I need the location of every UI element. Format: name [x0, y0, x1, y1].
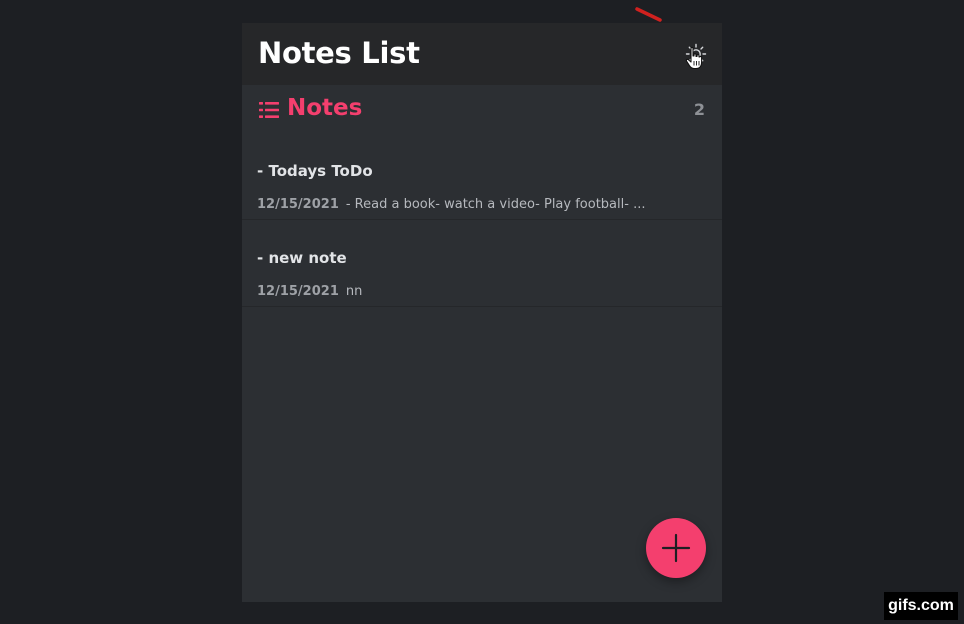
notes-list: - Todays ToDo 12/15/2021 - Read a book- w…: [242, 133, 722, 307]
list-item[interactable]: - Todays ToDo 12/15/2021 - Read a book- w…: [242, 133, 722, 220]
note-preview: nn: [345, 284, 363, 299]
page-title: Notes List: [258, 36, 420, 70]
notes-section-header: Notes 2: [242, 85, 722, 133]
red-scribble-mark: [635, 7, 662, 22]
note-date: 12/15/2021: [257, 197, 339, 212]
note-preview: - Read a book- watch a video- Play footb…: [345, 197, 646, 212]
menu-lines-icon: [259, 102, 279, 118]
hand-cursor-icon: [685, 46, 703, 70]
note-meta: 12/15/2021 - Read a book- watch a video- …: [257, 193, 677, 212]
plus-icon: [661, 533, 691, 563]
note-title: - new note: [257, 249, 347, 267]
notes-app-panel: Notes List Notes 2 - Todays ToDo 12/15/2…: [242, 23, 722, 602]
app-header: Notes List: [242, 23, 722, 85]
add-note-button[interactable]: [646, 518, 706, 578]
list-item[interactable]: - new note 12/15/2021 nn: [242, 220, 722, 307]
note-date: 12/15/2021: [257, 284, 339, 299]
gifs-watermark: gifs.com: [884, 592, 958, 620]
note-title: - Todays ToDo: [257, 162, 373, 180]
section-title: Notes: [287, 95, 363, 121]
note-count-badge: 2: [693, 100, 705, 119]
note-meta: 12/15/2021 nn: [257, 280, 677, 299]
